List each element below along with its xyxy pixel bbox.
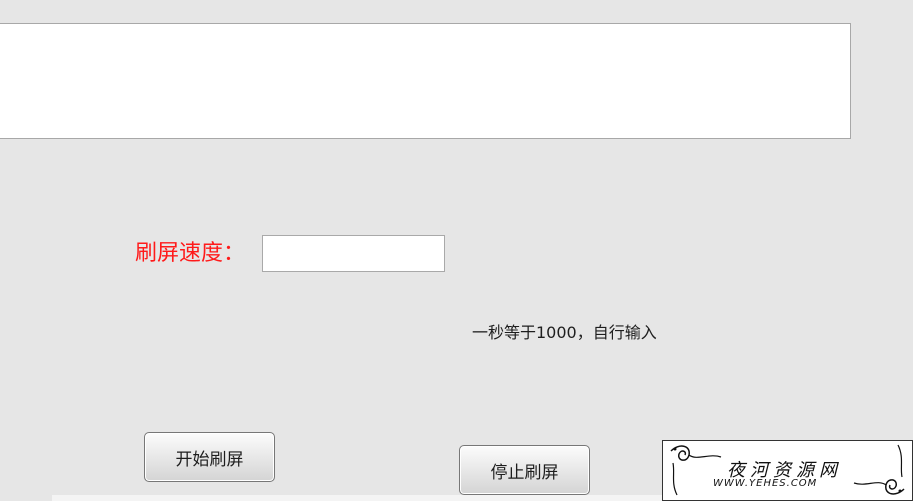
message-textbox[interactable] xyxy=(0,23,851,139)
stop-spam-button[interactable]: 停止刷屏 xyxy=(459,445,590,495)
watermark-logo: 夜河资源网 WWW.YEHES.COM xyxy=(662,440,913,501)
watermark-url: WWW.YEHES.COM xyxy=(713,478,818,489)
swirl-ornament-right-icon xyxy=(853,444,905,495)
swirl-ornament-left-icon xyxy=(670,445,722,496)
start-spam-button[interactable]: 开始刷屏 xyxy=(144,432,275,482)
speed-input[interactable] xyxy=(262,235,445,272)
speed-hint: 一秒等于1000，自行输入 xyxy=(472,323,657,342)
speed-label: 刷屏速度： xyxy=(135,241,246,266)
